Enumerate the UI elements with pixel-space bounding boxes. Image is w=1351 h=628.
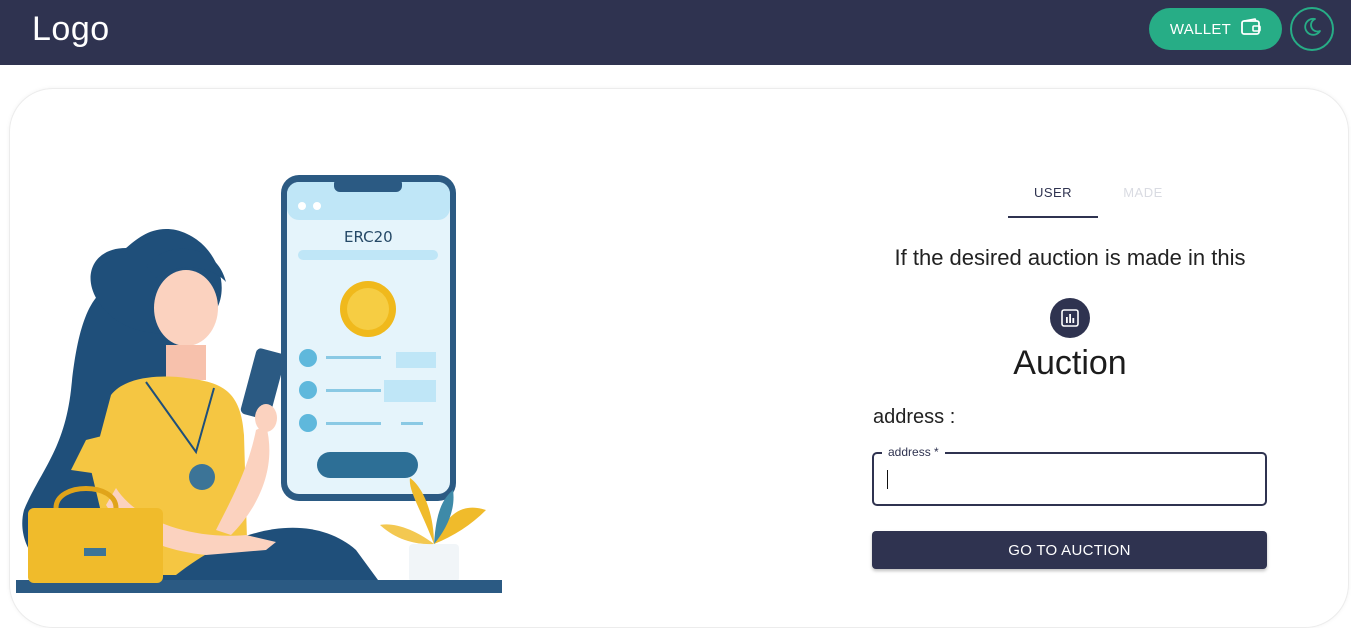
top-app-bar: Logo WALLET xyxy=(0,0,1351,65)
tab-made[interactable]: MADE xyxy=(1098,176,1188,216)
page-title: Auction xyxy=(1013,344,1127,382)
tab-user[interactable]: USER xyxy=(1008,176,1098,218)
logo[interactable]: Logo xyxy=(32,10,110,49)
bar-chart-icon xyxy=(1050,298,1090,338)
description-text: If the desired auction is made in this xyxy=(894,245,1246,270)
theme-toggle-button[interactable] xyxy=(1290,7,1334,51)
wallet-button-label: WALLET xyxy=(1169,20,1232,38)
address-field-legend: address * xyxy=(882,445,945,459)
address-label: address : xyxy=(873,406,956,428)
tab-bar: USER MADE xyxy=(1008,176,1208,218)
phone-title: ERC20 xyxy=(344,228,393,246)
text-caret xyxy=(887,470,888,489)
address-input[interactable] xyxy=(886,464,1250,496)
wallet-button[interactable]: WALLET xyxy=(1149,8,1282,50)
go-to-auction-button[interactable]: GO TO AUCTION xyxy=(872,531,1267,569)
moon-icon xyxy=(1301,16,1323,43)
address-field[interactable]: address * xyxy=(872,445,1267,506)
wallet-icon xyxy=(1241,18,1261,40)
illustration-woman-with-phone: ERC20 xyxy=(16,175,502,593)
